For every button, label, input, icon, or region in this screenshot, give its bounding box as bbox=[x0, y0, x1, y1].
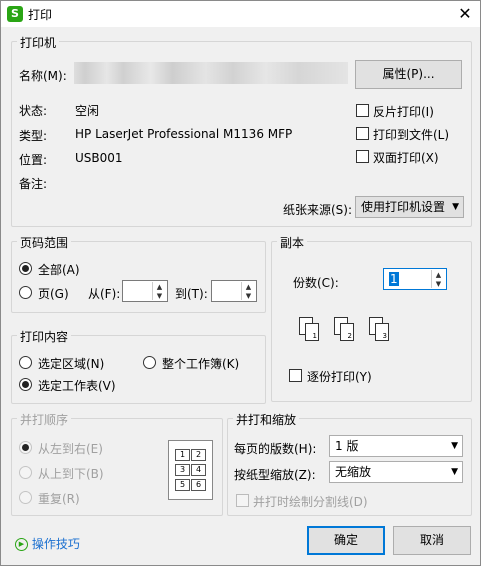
close-icon[interactable]: ✕ bbox=[450, 1, 480, 27]
repeat-label: 重复(R) bbox=[38, 492, 80, 506]
status-value: 空闲 bbox=[75, 104, 100, 118]
workbook-radio[interactable] bbox=[143, 356, 156, 369]
title-bar: S 打印 ✕ bbox=[1, 1, 480, 27]
duplex-checkbox[interactable] bbox=[356, 150, 369, 163]
print-content-title: 打印内容 bbox=[17, 328, 72, 345]
ok-button[interactable]: 确定 bbox=[307, 526, 385, 555]
paper-source-value: 使用打印机设置 bbox=[361, 200, 446, 214]
printer-name-select[interactable] bbox=[74, 62, 348, 84]
top-to-bottom-radio[interactable] bbox=[19, 466, 32, 479]
pages-per-sheet-value: 1 版 bbox=[335, 439, 359, 453]
tips-link[interactable]: ▶ 操作技巧 bbox=[15, 535, 80, 552]
print-to-file-checkbox[interactable] bbox=[356, 127, 369, 140]
copies-count-spinner[interactable]: 1 ▲ ▼ bbox=[383, 268, 447, 290]
from-label: 从(F): bbox=[88, 287, 121, 301]
top-to-bottom-label: 从上到下(B) bbox=[38, 467, 104, 481]
paper-source-select[interactable]: 使用打印机设置 ▼ bbox=[355, 196, 464, 218]
play-circle-icon: ▶ bbox=[15, 538, 28, 551]
selection-radio[interactable] bbox=[19, 356, 32, 369]
reverse-print-checkbox[interactable] bbox=[356, 104, 369, 117]
pages-per-sheet-select[interactable]: 1 版 ▼ bbox=[329, 435, 463, 457]
dialog-title: 打印 bbox=[28, 8, 53, 22]
type-value: HP LaserJet Professional M1136 MFP bbox=[75, 127, 293, 141]
page-range-title: 页码范围 bbox=[17, 234, 72, 251]
copies-title: 副本 bbox=[277, 234, 308, 251]
wps-app-icon: S bbox=[7, 6, 23, 22]
comment-label: 备注: bbox=[19, 177, 48, 191]
workbook-label: 整个工作簿(K) bbox=[162, 357, 240, 371]
print-order-preview: 1 2 3 4 5 6 bbox=[168, 440, 213, 500]
print-to-file-label: 打印到文件(L) bbox=[373, 128, 450, 142]
spin-up-icon[interactable]: ▲ bbox=[432, 270, 445, 279]
chevron-down-icon: ▼ bbox=[451, 467, 458, 477]
print-order-title: 并打顺序 bbox=[17, 411, 72, 428]
location-label: 位置: bbox=[19, 153, 48, 167]
cancel-button[interactable]: 取消 bbox=[393, 526, 471, 555]
type-label: 类型: bbox=[19, 129, 48, 143]
worksheet-radio[interactable] bbox=[19, 378, 32, 391]
range-all-label: 全部(A) bbox=[38, 263, 80, 277]
to-page-spinner[interactable]: ▲ ▼ bbox=[211, 280, 257, 302]
spin-up-icon[interactable]: ▲ bbox=[153, 282, 166, 291]
range-pages-radio[interactable] bbox=[19, 286, 32, 299]
printer-group-title: 打印机 bbox=[17, 34, 60, 51]
draw-lines-checkbox[interactable] bbox=[236, 494, 249, 507]
spin-up-icon[interactable]: ▲ bbox=[242, 282, 255, 291]
spin-down-icon[interactable]: ▼ bbox=[153, 291, 166, 300]
from-page-spinner[interactable]: ▲ ▼ bbox=[122, 280, 168, 302]
zoom-title: 并打和缩放 bbox=[233, 411, 300, 428]
left-to-right-label: 从左到右(E) bbox=[38, 442, 103, 456]
copies-count-label: 份数(C): bbox=[293, 276, 339, 290]
collate-label: 逐份打印(Y) bbox=[307, 370, 372, 384]
worksheet-label: 选定工作表(V) bbox=[38, 379, 116, 393]
reverse-print-label: 反片打印(I) bbox=[373, 105, 434, 119]
range-all-radio[interactable] bbox=[19, 262, 32, 275]
properties-button[interactable]: 属性(P)... bbox=[355, 60, 462, 89]
range-pages-label: 页(G) bbox=[38, 287, 69, 301]
scale-select[interactable]: 无缩放 ▼ bbox=[329, 461, 463, 483]
spin-down-icon[interactable]: ▼ bbox=[432, 279, 445, 288]
pages-per-sheet-label: 每页的版数(H): bbox=[234, 442, 317, 456]
location-value: USB001 bbox=[75, 151, 123, 165]
draw-lines-label: 并打时绘制分割线(D) bbox=[253, 495, 368, 509]
scale-label: 按纸型缩放(Z): bbox=[234, 468, 316, 482]
selection-label: 选定区域(N) bbox=[38, 357, 105, 371]
chevron-down-icon: ▼ bbox=[452, 202, 459, 212]
chevron-down-icon: ▼ bbox=[451, 441, 458, 451]
copies-count-value: 1 bbox=[389, 272, 399, 286]
spin-down-icon[interactable]: ▼ bbox=[242, 291, 255, 300]
tips-link-label: 操作技巧 bbox=[31, 537, 80, 551]
print-dialog: S 打印 ✕ 打印机 名称(M): 属性(P)... 状态: 空闲 类型: HP… bbox=[0, 0, 481, 566]
printer-name-label: 名称(M): bbox=[19, 69, 67, 83]
scale-value: 无缩放 bbox=[335, 465, 372, 479]
left-to-right-radio[interactable] bbox=[19, 441, 32, 454]
collate-checkbox[interactable] bbox=[289, 369, 302, 382]
paper-source-label: 纸张来源(S): bbox=[283, 203, 353, 217]
to-label: 到(T): bbox=[175, 287, 208, 301]
repeat-radio[interactable] bbox=[19, 491, 32, 504]
duplex-label: 双面打印(X) bbox=[373, 151, 439, 165]
status-label: 状态: bbox=[19, 104, 48, 118]
